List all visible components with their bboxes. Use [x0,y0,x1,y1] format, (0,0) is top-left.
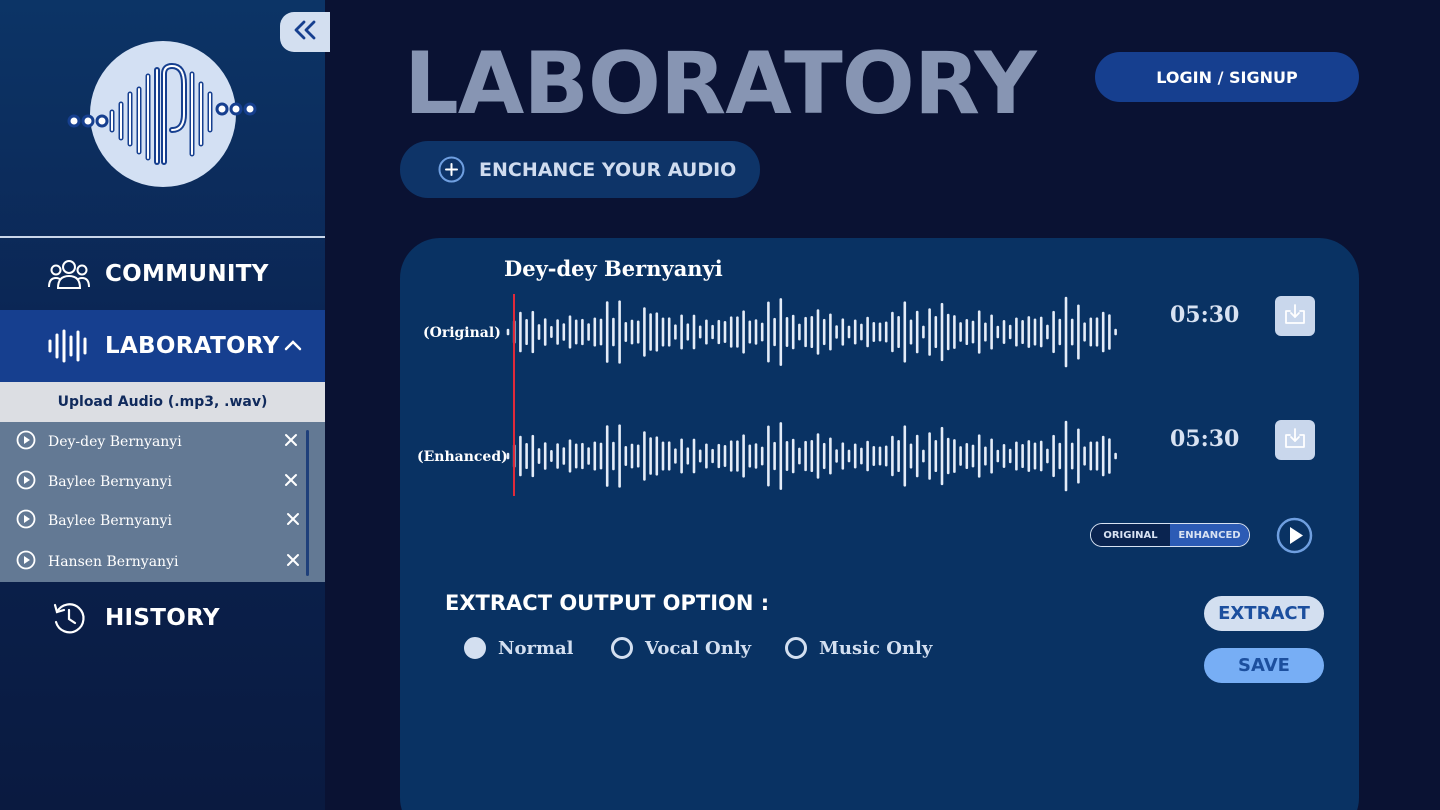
login-signup-button[interactable]: LOGIN / SIGNUP [1095,52,1359,102]
radio-dot[interactable] [464,637,486,659]
upload-audio-button[interactable]: Upload Audio (.mp3, .wav) [0,382,325,422]
plus-circle-icon [438,156,465,188]
file-name: Baylee Bernyanyi [48,513,172,529]
chevron-up-icon [284,338,302,356]
file-item[interactable]: Hansen Bernyanyi [0,542,310,582]
download-icon [1284,303,1306,330]
radio-music-only[interactable]: Music Only [785,635,932,661]
playhead[interactable] [513,294,515,496]
download-enhanced-button[interactable] [1275,420,1315,460]
radio-label-vocal-only: Vocal Only [645,637,752,659]
extract-output-title: EXTRACT OUTPUT OPTION : [445,591,770,615]
close-icon[interactable] [284,473,298,492]
page-title: LABORATORY [404,34,1037,134]
radio-vocal-only[interactable]: Vocal Only [611,635,751,661]
radio-label-normal: Normal [498,637,574,659]
nav-item-community[interactable]: COMMUNITY [0,238,325,310]
logo-waveform-icon [67,62,257,165]
nav-item-laboratory[interactable]: LABORATORY [0,310,325,382]
play-circle-icon[interactable] [16,470,36,495]
download-original-button[interactable] [1275,296,1315,336]
track-title: Dey-dey Bernyanyi [504,256,723,281]
sidebar: COMMUNITY LABORATORY Upload Audio (.mp3,… [0,0,325,810]
enhance-audio-label: ENCHANCE YOUR AUDIO [479,158,737,181]
original-waveform[interactable] [505,292,1135,372]
download-icon [1284,427,1306,454]
radio-normal[interactable]: Normal [464,635,574,661]
file-item[interactable]: Dey-dey Bernyanyi [0,422,310,462]
file-list-scrollbar[interactable] [306,430,309,576]
enhanced-label: (Enhanced) [417,449,508,465]
collapse-sidebar-button[interactable] [280,12,330,52]
double-chevron-left-icon [292,19,318,46]
history-clock-icon [46,600,92,636]
original-label: (Original) [423,325,501,341]
play-circle-icon [1276,517,1313,558]
radio-dot[interactable] [611,637,633,659]
file-list: Dey-dey Bernyanyi Baylee Bernyanyi Bayle… [0,422,325,582]
enhanced-duration: 05:30 [1170,426,1240,452]
save-button[interactable]: SAVE [1204,648,1324,683]
users-group-icon [46,256,92,292]
enhance-audio-button[interactable]: ENCHANCE YOUR AUDIO [400,141,760,198]
radio-label-music-only: Music Only [819,637,933,659]
audio-bars-icon [46,328,92,364]
app-logo [60,34,265,194]
file-item[interactable]: Baylee Bernyanyi [0,501,310,541]
nav-label-laboratory: LABORATORY [105,333,280,359]
original-duration: 05:30 [1170,302,1240,328]
file-item[interactable]: Baylee Bernyanyi [0,462,310,502]
close-icon[interactable] [284,433,298,452]
file-name: Dey-dey Bernyanyi [48,434,182,450]
enhanced-waveform[interactable] [505,416,1135,496]
play-circle-icon[interactable] [16,509,36,534]
play-button[interactable] [1276,517,1313,559]
toggle-enhanced[interactable]: ENHANCED [1170,524,1249,546]
nav-item-history[interactable]: HISTORY [0,582,325,654]
file-name: Hansen Bernyanyi [48,554,179,570]
nav-label-history: HISTORY [105,605,220,631]
play-circle-icon[interactable] [16,430,36,455]
close-icon[interactable] [286,553,300,572]
play-circle-icon[interactable] [16,550,36,575]
toggle-original[interactable]: ORIGINAL [1091,524,1170,546]
extract-button[interactable]: EXTRACT [1204,596,1324,631]
radio-dot[interactable] [785,637,807,659]
close-icon[interactable] [286,512,300,531]
original-enhanced-toggle[interactable]: ORIGINAL ENHANCED [1090,523,1250,547]
nav-label-community: COMMUNITY [105,261,269,287]
file-name: Baylee Bernyanyi [48,474,172,490]
